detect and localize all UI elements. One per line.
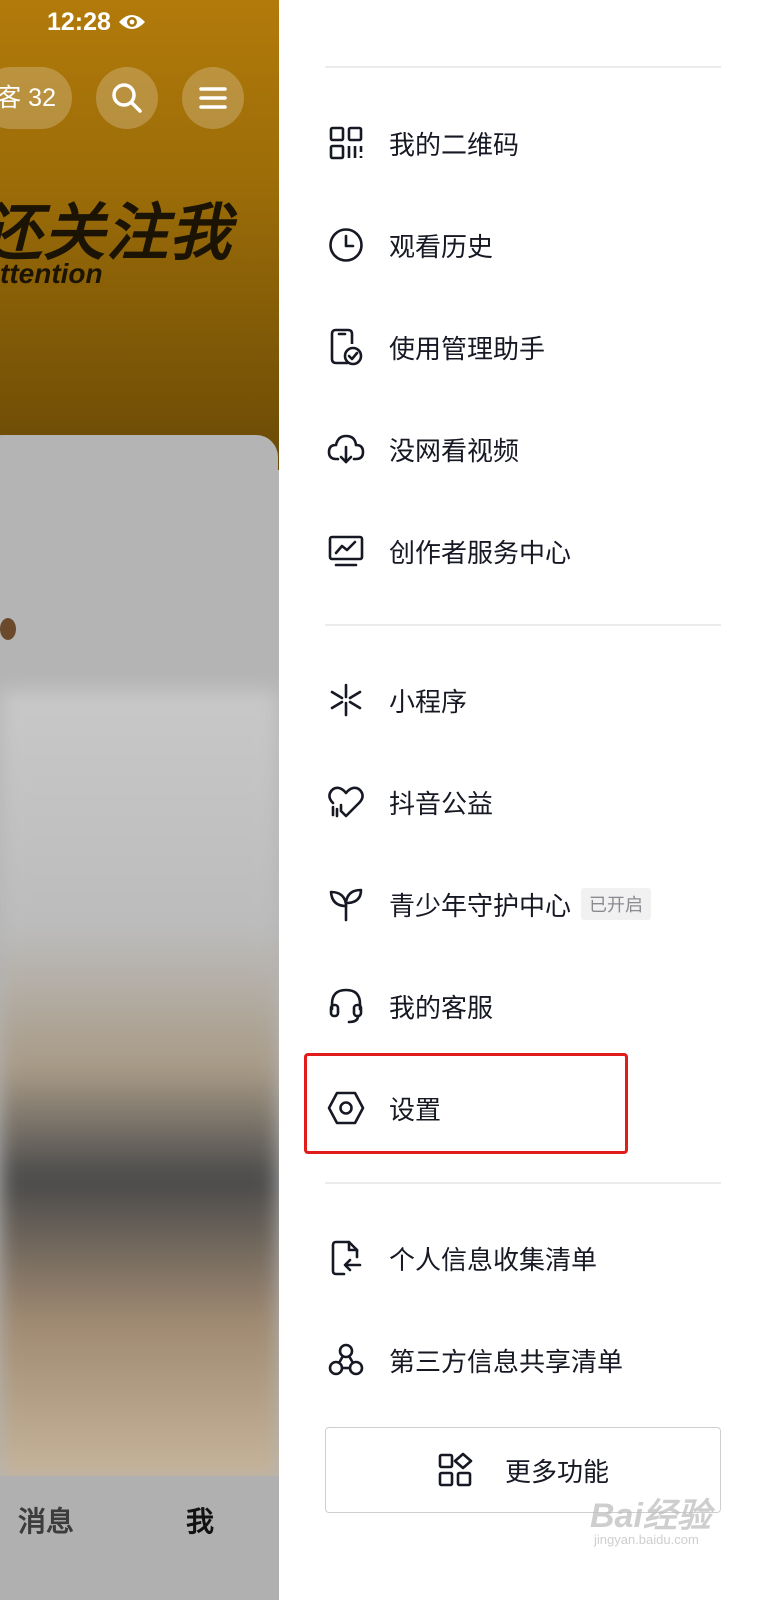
menu-label: 第三方信息共享清单 (389, 1347, 624, 1378)
divider (325, 624, 721, 626)
menu-label: 设置 (389, 1095, 442, 1126)
menu-item-third-party-sharing[interactable]: 第三方信息共享清单 (325, 1320, 721, 1400)
menu-item-offline-video[interactable]: 没网看视频 (325, 409, 721, 489)
phone-check-icon (327, 328, 365, 366)
menu-item-qr-code[interactable]: 我的二维码 (325, 103, 721, 183)
menu-label: 小程序 (389, 687, 468, 718)
enabled-status-tag: 已开启 (581, 888, 652, 920)
eye-icon (118, 12, 146, 32)
menu-label: 青少年守护中心 (389, 891, 572, 922)
qr-code-icon (327, 124, 365, 162)
search-button[interactable] (96, 67, 158, 129)
settings-hexagon-icon (327, 1089, 365, 1127)
chart-monitor-icon (327, 532, 365, 570)
dog-emoji-icon (0, 618, 16, 640)
baidu-watermark-url: jingyan.baidu.com (594, 1532, 699, 1547)
menu-item-usage-assistant[interactable]: 使用管理助手 (325, 307, 721, 387)
menu-label: 观看历史 (389, 232, 494, 263)
menu-item-personal-info-list[interactable]: 个人信息收集清单 (325, 1218, 721, 1298)
menu-label: 抖音公益 (389, 789, 494, 820)
menu-button[interactable] (182, 67, 244, 129)
baidu-watermark: Bai经验 (590, 1497, 711, 1535)
menu-item-settings[interactable]: 设置 (325, 1068, 721, 1148)
cloud-download-icon (327, 430, 365, 468)
menu-item-customer-service[interactable]: 我的客服 (325, 966, 721, 1046)
profile-banner: 12:28 客 32 还关注我 ttention (0, 0, 279, 470)
nav-messages[interactable]: 消息 (18, 1500, 74, 1540)
menu-label: 创作者服务中心 (389, 538, 572, 569)
menu-label: 我的二维码 (389, 130, 520, 161)
menu-label: 没网看视频 (389, 436, 520, 467)
side-drawer: 我的二维码 观看历史 使用管理助手 没网看视频 创作者服务中心 小程序 抖音公益… (279, 0, 784, 1600)
menu-item-creator-center[interactable]: 创作者服务中心 (325, 511, 721, 591)
menu-item-watch-history[interactable]: 观看历史 (325, 205, 721, 285)
document-icon (327, 1239, 365, 1277)
menu-item-mini-programs[interactable]: 小程序 (325, 660, 721, 740)
headset-icon (327, 987, 365, 1025)
status-time: 12:28 (47, 8, 111, 36)
mini-program-icon (327, 681, 365, 719)
menu-item-youth-protection[interactable]: 青少年守护中心 已开启 (325, 864, 721, 944)
clock-icon (327, 226, 365, 264)
profile-background: 12:28 客 32 还关注我 ttention 消息 我 (0, 0, 279, 1600)
blurred-content (0, 690, 279, 1480)
menu-label: 我的客服 (389, 993, 494, 1024)
divider (325, 66, 721, 68)
divider (325, 1182, 721, 1184)
heart-charity-icon (327, 783, 365, 821)
menu-item-charity[interactable]: 抖音公益 (325, 762, 721, 842)
more-features-label: 更多功能 (504, 1457, 609, 1488)
menu-label: 个人信息收集清单 (389, 1245, 598, 1276)
apps-icon (437, 1452, 473, 1488)
search-icon (110, 81, 144, 115)
share-nodes-icon (327, 1341, 365, 1379)
visitor-count-badge[interactable]: 客 32 (0, 67, 72, 129)
menu-label: 使用管理助手 (389, 334, 546, 365)
banner-subtitle: ttention (0, 258, 103, 289)
sprout-icon (327, 885, 365, 923)
nav-me[interactable]: 我 (186, 1500, 214, 1540)
menu-icon (198, 85, 228, 111)
bottom-nav: 消息 我 (0, 1476, 279, 1600)
